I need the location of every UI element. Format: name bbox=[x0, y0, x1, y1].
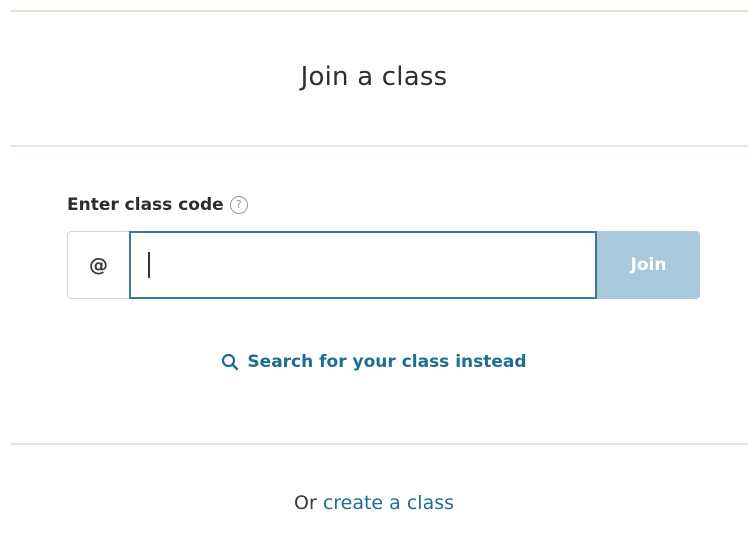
search-icon bbox=[221, 353, 239, 371]
text-caret bbox=[148, 252, 150, 278]
header-divider bbox=[10, 145, 748, 147]
join-button[interactable]: Join bbox=[597, 231, 700, 299]
class-code-label: Enter class code ? bbox=[67, 195, 248, 215]
create-class-footer: Or create a class bbox=[0, 492, 748, 514]
footer-divider bbox=[10, 443, 748, 445]
create-class-link[interactable]: create a class bbox=[323, 492, 454, 514]
search-class-link[interactable]: Search for your class instead bbox=[0, 352, 748, 372]
search-class-link-text: Search for your class instead bbox=[247, 352, 527, 372]
class-code-input[interactable] bbox=[129, 231, 597, 299]
at-prefix: @ bbox=[67, 231, 129, 299]
join-class-page: Join a class Enter class code ? @ Join S… bbox=[0, 0, 748, 557]
help-icon[interactable]: ? bbox=[229, 196, 248, 214]
footer-or-text: Or bbox=[293, 492, 317, 514]
class-code-input-group: @ Join bbox=[67, 231, 700, 299]
top-border bbox=[10, 10, 748, 12]
page-title: Join a class bbox=[300, 62, 448, 92]
class-code-label-text: Enter class code bbox=[67, 195, 224, 215]
